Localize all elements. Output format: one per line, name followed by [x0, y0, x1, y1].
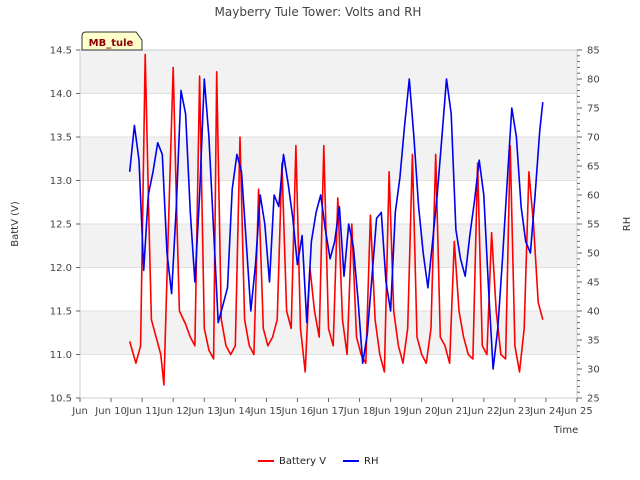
- y-left-tick-label: 10.5: [50, 394, 72, 405]
- chart-title: Mayberry Tule Tower: Volts and RH: [215, 5, 422, 19]
- x-tick-label: Jun 16: [281, 406, 314, 417]
- x-tick-label: Jun 17: [312, 406, 345, 417]
- x-tick-label: Jun 12: [156, 406, 189, 417]
- y-right-tick-label: 85: [587, 46, 600, 57]
- site-label: MB_tule: [89, 38, 134, 49]
- site-label-box: MB_tule: [81, 31, 143, 51]
- x-tick-label: Jun: [71, 406, 88, 417]
- x-tick-label: Jun 24: [529, 406, 562, 417]
- y-right-tick-label: 55: [587, 220, 600, 231]
- x-tick-label: Jun 22: [467, 406, 500, 417]
- y-right-tick-label: 25: [587, 394, 600, 405]
- y-left-tick-label: 13.0: [50, 176, 72, 187]
- y-right-tick-label: 50: [587, 249, 600, 260]
- x-tick-label: Jun 10: [94, 406, 127, 417]
- y-axis-left: 10.5 11.0 11.5 12.0 12.5 13.0 13.5 14.0 14.5: [50, 46, 80, 405]
- y-right-tick-label: 45: [587, 278, 600, 289]
- x-tick-label: Jun 25: [560, 406, 593, 417]
- y-left-tick-label: 11.0: [50, 350, 72, 361]
- y-axis-right: 25 30 35 40 45 50 55 60 65 70 75 80 85: [577, 46, 600, 405]
- y-left-tick-label: 13.5: [50, 133, 72, 144]
- legend-label-battery: Battery V: [279, 456, 326, 467]
- x-axis-title: Time: [553, 425, 578, 436]
- y-right-tick-label: 30: [587, 365, 600, 376]
- y-left-tick-label: 12.0: [50, 263, 72, 274]
- volts-rh-chart: Jun Jun 10 Jun 11 Jun 12 Jun 13 Jun 14 Jun 15 J…: [10, 5, 633, 467]
- y-right-tick-label: 70: [587, 133, 600, 144]
- x-tick-label: Jun 15: [250, 406, 283, 417]
- y-right-tick-label: 75: [587, 104, 600, 115]
- y-right-tick-label: 40: [587, 307, 600, 318]
- y-left-tick-label: 12.5: [50, 220, 72, 231]
- y-right-tick-label: 60: [587, 191, 600, 202]
- y-left-tick-label: 14.5: [50, 46, 72, 57]
- y-axis-left-title: BattV (V): [10, 201, 21, 247]
- x-tick-label: Jun 23: [498, 406, 531, 417]
- y-right-tick-label: 35: [587, 336, 600, 347]
- y-axis-right-title: RH: [622, 217, 633, 231]
- x-tick-label: Jun 19: [374, 406, 407, 417]
- legend-label-rh: RH: [364, 456, 378, 467]
- y-left-tick-label: 11.5: [50, 307, 72, 318]
- x-axis: Jun Jun 10 Jun 11 Jun 12 Jun 13 Jun 14 Jun 15 J…: [71, 398, 593, 417]
- x-tick-label: Jun 21: [436, 406, 469, 417]
- legend: Battery V RH: [258, 456, 378, 467]
- x-tick-label: Jun 13: [187, 406, 220, 417]
- background-band: [80, 50, 577, 94]
- y-right-tick-label: 65: [587, 162, 600, 173]
- x-tick-label: Jun 18: [343, 406, 376, 417]
- x-tick-label: Jun 14: [219, 406, 252, 417]
- x-tick-label: Jun 20: [405, 406, 438, 417]
- x-tick-label: Jun 11: [125, 406, 158, 417]
- y-left-tick-label: 14.0: [50, 89, 72, 100]
- y-right-tick-label: 80: [587, 75, 600, 86]
